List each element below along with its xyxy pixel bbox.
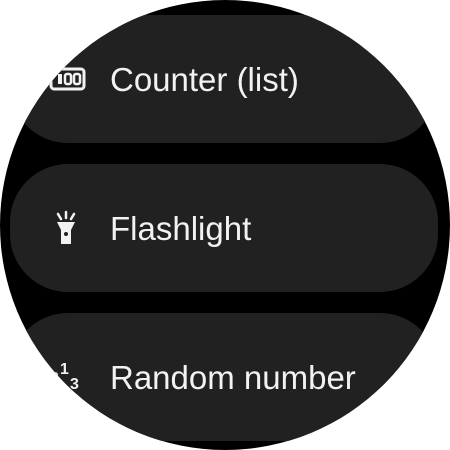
svg-text:1: 1 xyxy=(60,361,69,378)
menu-item-label: Counter (list) xyxy=(110,61,299,98)
flashlight-icon xyxy=(48,210,88,246)
menu-item-label: Random number xyxy=(110,359,356,396)
menu-item-counter-list[interactable]: Counter (list) xyxy=(10,15,438,143)
svg-text:2: 2 xyxy=(50,370,59,387)
watch-screen: Counter (list) Flashlight 2 1 3 Random n… xyxy=(0,0,450,450)
svg-text:3: 3 xyxy=(70,376,79,393)
counter-icon xyxy=(48,61,88,97)
menu-item-random-number[interactable]: 2 1 3 Random number xyxy=(10,313,438,441)
menu-item-flashlight[interactable]: Flashlight xyxy=(10,164,438,292)
random-number-icon: 2 1 3 xyxy=(48,357,88,400)
menu-item-label: Flashlight xyxy=(110,210,252,247)
